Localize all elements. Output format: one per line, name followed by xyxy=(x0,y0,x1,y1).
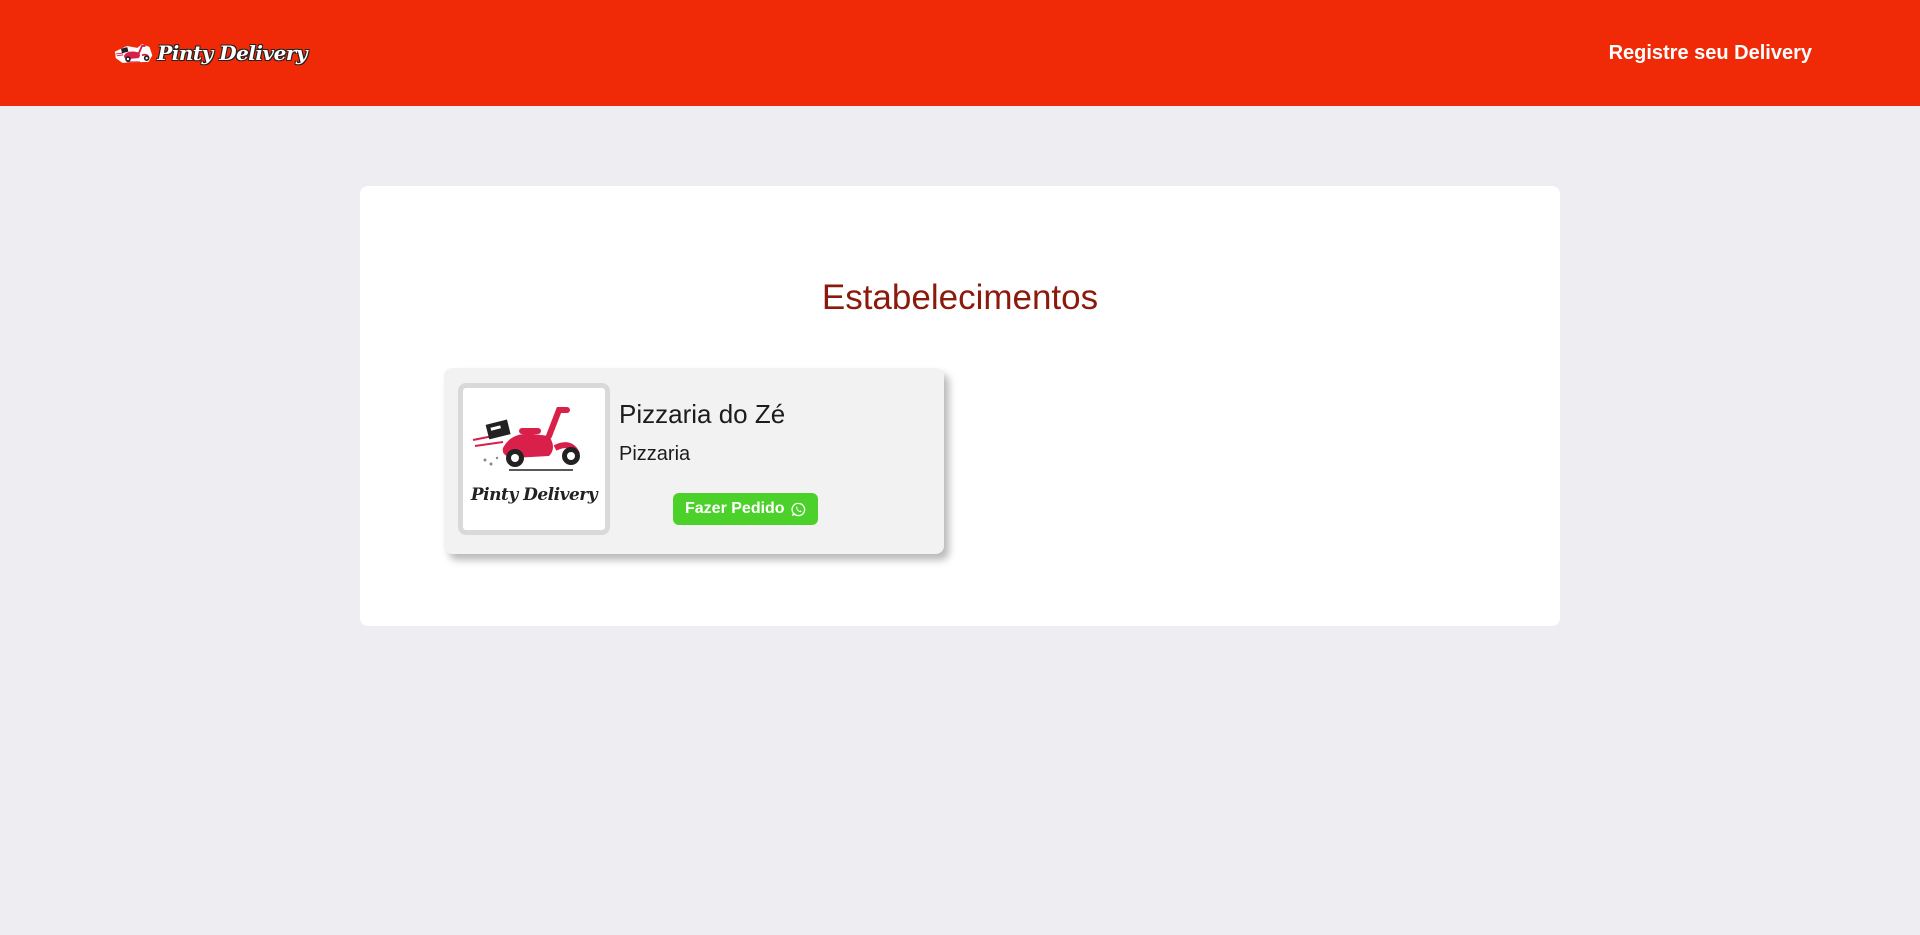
whatsapp-icon xyxy=(791,502,805,516)
brand-name: Pinty Delivery xyxy=(157,41,307,65)
establishment-logo: Pinty Delivery xyxy=(458,383,610,535)
top-navbar: Pinty Delivery Registre seu Delivery xyxy=(0,0,1920,106)
delivery-scooter-logo-icon: Pinty Delivery xyxy=(470,407,599,505)
logo-lettering: Pinty Delivery xyxy=(470,485,599,505)
delivery-scooter-logo-icon xyxy=(114,44,153,63)
establishment-name: Pizzaria do Zé xyxy=(619,399,786,429)
establishment-category: Pizzaria xyxy=(619,443,691,465)
register-delivery-link[interactable]: Registre seu Delivery xyxy=(1609,42,1812,65)
page-title: Estabelecimentos xyxy=(821,278,1099,317)
make-order-button[interactable]: Fazer Pedido xyxy=(673,493,818,525)
page: Pinty Delivery Registre seu Delivery Est… xyxy=(0,0,1920,935)
establishments-panel: Estabelecimentos Pinty Delivery Pizzaria… xyxy=(360,186,1560,626)
brand-logo-link[interactable]: Pinty Delivery xyxy=(113,28,307,78)
establishment-card: Pinty Delivery Pizzaria do Zé Pizzaria F… xyxy=(444,368,944,554)
make-order-label: Fazer Pedido xyxy=(685,500,785,517)
